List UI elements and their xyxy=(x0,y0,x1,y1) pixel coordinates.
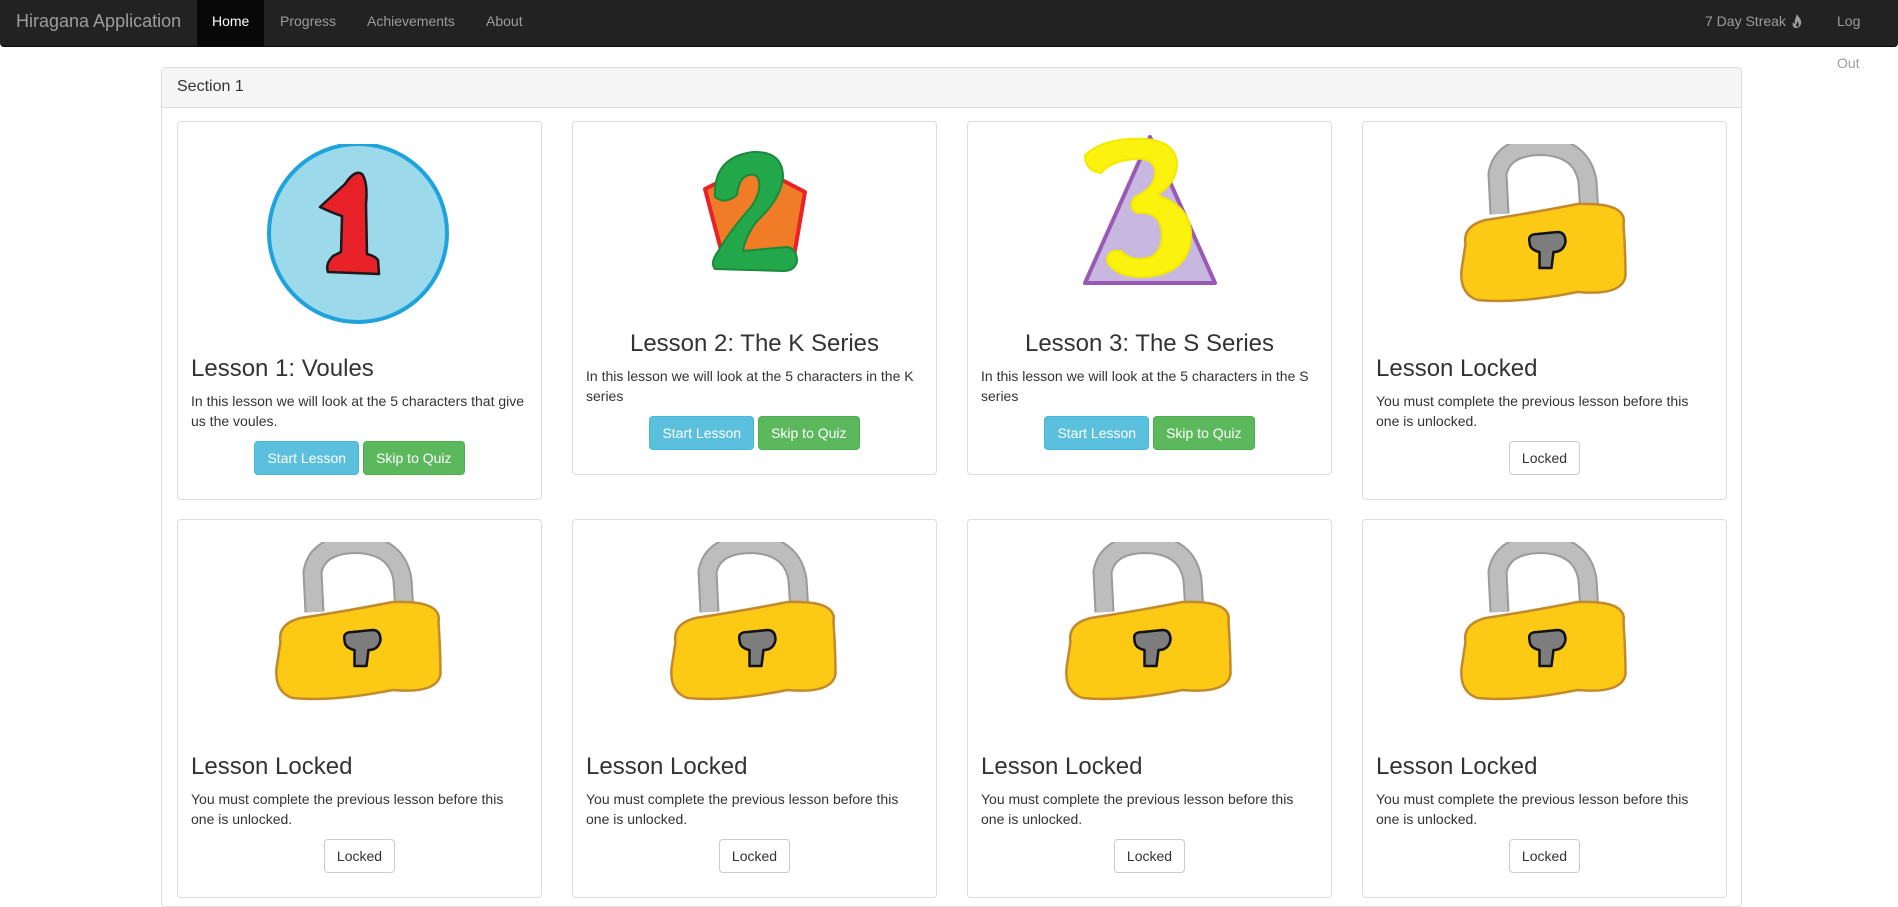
lesson-card-8: Lesson Locked You must complete the prev… xyxy=(1362,519,1727,898)
lesson-actions: Start Lesson Skip to Quiz xyxy=(178,441,541,475)
locked-button[interactable]: Locked xyxy=(718,839,791,873)
lesson-description: You must complete the previous lesson be… xyxy=(586,791,899,827)
skip-to-quiz-button[interactable]: Skip to Quiz xyxy=(758,416,860,450)
lesson-title: Lesson Locked xyxy=(1376,355,1538,382)
lesson-card-2: Lesson 2: The K Series In this lesson we… xyxy=(572,121,937,475)
lesson-description: In this lesson we will look at the 5 cha… xyxy=(586,368,914,404)
lesson-card-6: Lesson Locked You must complete the prev… xyxy=(572,519,937,898)
padlock-icon xyxy=(274,542,442,701)
lesson-actions: Locked xyxy=(1363,441,1726,475)
logout-link[interactable]: Log Out xyxy=(1822,0,1898,71)
number-one-circle-icon xyxy=(266,144,449,324)
lesson-title: Lesson 2: The K Series xyxy=(629,330,880,357)
lesson-title: Lesson 3: The S Series xyxy=(1024,330,1275,357)
lesson-title: Lesson Locked xyxy=(586,753,748,780)
locked-button[interactable]: Locked xyxy=(323,839,396,873)
lesson-card-5: Lesson Locked You must complete the prev… xyxy=(177,519,542,898)
lesson-card-1: Lesson 1: Voules In this lesson we will … xyxy=(177,121,542,500)
lesson-title: Lesson Locked xyxy=(191,753,353,780)
nav-home[interactable]: Home xyxy=(197,0,265,46)
skip-to-quiz-button[interactable]: Skip to Quiz xyxy=(363,441,465,475)
start-lesson-button[interactable]: Start Lesson xyxy=(254,441,360,475)
lesson-card-4: Lesson Locked You must complete the prev… xyxy=(1362,121,1727,500)
lesson-actions: Start Lesson Skip to Quiz xyxy=(573,416,936,450)
lesson-description: You must complete the previous lesson be… xyxy=(191,791,504,827)
lesson-actions: Locked xyxy=(968,839,1331,873)
locked-button[interactable]: Locked xyxy=(1113,839,1186,873)
number-two-pentagon-icon xyxy=(702,150,807,273)
nav-achievements[interactable]: Achievements xyxy=(352,0,470,46)
nav-progress[interactable]: Progress xyxy=(265,0,351,46)
padlock-icon xyxy=(1459,542,1627,701)
skip-to-quiz-button[interactable]: Skip to Quiz xyxy=(1153,416,1255,450)
padlock-icon xyxy=(1064,542,1232,701)
lesson-description: You must complete the previous lesson be… xyxy=(981,791,1294,827)
lesson-description: In this lesson we will look at the 5 cha… xyxy=(981,368,1309,404)
padlock-icon xyxy=(1459,144,1627,303)
lesson-description: You must complete the previous lesson be… xyxy=(1376,791,1689,827)
lesson-description: You must complete the previous lesson be… xyxy=(1376,393,1689,429)
lesson-card-3: Lesson 3: The S Series In this lesson we… xyxy=(967,121,1332,475)
lesson-description: In this lesson we will look at the 5 cha… xyxy=(191,393,525,429)
section-heading: Section 1 xyxy=(162,68,1741,108)
brand-link[interactable]: Hiragana Application xyxy=(16,0,181,42)
lesson-actions: Locked xyxy=(1363,839,1726,873)
lesson-actions: Start Lesson Skip to Quiz xyxy=(968,416,1331,450)
lesson-actions: Locked xyxy=(573,839,936,873)
top-navbar: Hiragana Application Home Progress Achie… xyxy=(0,0,1898,71)
lesson-title: Lesson Locked xyxy=(1376,753,1538,780)
streak-label: 7 Day Streak xyxy=(1705,13,1786,29)
number-three-triangle-icon xyxy=(1082,135,1217,285)
lesson-card-7: Lesson Locked You must complete the prev… xyxy=(967,519,1332,898)
nav-about[interactable]: About xyxy=(471,0,538,46)
fire-icon xyxy=(1792,14,1802,28)
start-lesson-button[interactable]: Start Lesson xyxy=(649,416,755,450)
lesson-title: Lesson Locked xyxy=(981,753,1143,780)
start-lesson-button[interactable]: Start Lesson xyxy=(1044,416,1150,450)
lesson-title: Lesson 1: Voules xyxy=(191,355,374,382)
section-panel: Section 1 Lesson 1: Voules In this lesso… xyxy=(161,67,1742,907)
streak-link[interactable]: 7 Day Streak xyxy=(1690,0,1818,46)
lesson-actions: Locked xyxy=(178,839,541,873)
locked-button[interactable]: Locked xyxy=(1508,839,1581,873)
locked-button[interactable]: Locked xyxy=(1508,441,1581,475)
padlock-icon xyxy=(669,542,837,701)
